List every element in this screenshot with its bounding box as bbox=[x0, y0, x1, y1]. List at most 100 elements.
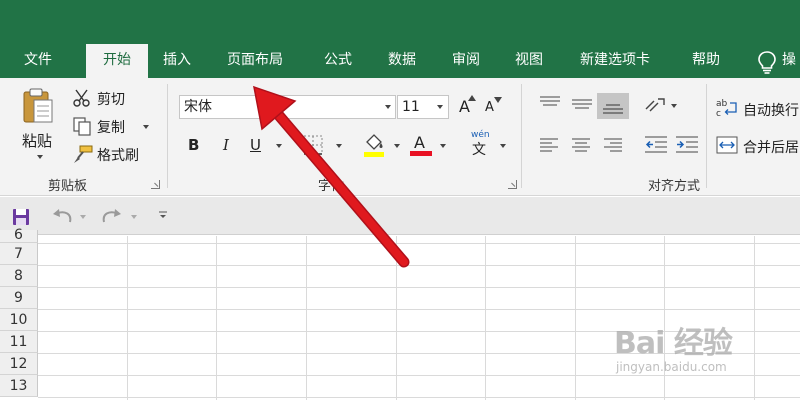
font-color-swatch bbox=[410, 151, 432, 156]
decrease-indent-icon[interactable] bbox=[645, 136, 667, 154]
row-header[interactable]: 8 bbox=[0, 265, 38, 287]
grow-arrow-icon bbox=[468, 95, 476, 101]
merge-center-button[interactable]: 合并后居 bbox=[743, 137, 799, 157]
font-name-value: 宋体 bbox=[184, 99, 212, 115]
font-group-label: 字体 bbox=[318, 179, 345, 194]
quick-access-toolbar bbox=[0, 197, 800, 235]
svg-text:c: c bbox=[716, 109, 721, 118]
cut-button[interactable]: 剪切 bbox=[97, 89, 125, 109]
tab-home[interactable]: 开始 bbox=[86, 44, 148, 79]
row-header[interactable]: 12 bbox=[0, 353, 38, 375]
wrap-text-icon[interactable]: ab c bbox=[716, 98, 740, 118]
italic-button[interactable]: I bbox=[223, 136, 229, 154]
align-top-icon[interactable] bbox=[540, 96, 560, 110]
shrink-font-button[interactable]: A bbox=[485, 100, 494, 115]
format-painter-button[interactable]: 格式刷 bbox=[97, 145, 139, 165]
group-separator bbox=[706, 84, 707, 188]
copy-button[interactable]: 复制 bbox=[97, 117, 125, 137]
grid-line bbox=[38, 287, 800, 288]
grid-line bbox=[38, 265, 800, 266]
clipboard-dialog-launcher[interactable] bbox=[151, 180, 160, 189]
row-header[interactable]: 10 bbox=[0, 309, 38, 331]
grid-line bbox=[396, 236, 397, 400]
align-center-icon[interactable] bbox=[572, 138, 590, 152]
underline-button[interactable]: U bbox=[250, 136, 261, 154]
font-size-value: 11 bbox=[402, 99, 420, 115]
ribbon: 粘贴 剪切 复制 格式刷 剪贴板 宋体 11 A A B I U A wén 文… bbox=[0, 78, 800, 196]
save-icon[interactable] bbox=[12, 208, 30, 226]
watermark-url: jingyan.baidu.com bbox=[616, 360, 727, 374]
watermark-brand: Bai 经验 bbox=[614, 326, 733, 361]
copy-dropdown-caret[interactable] bbox=[143, 125, 149, 129]
row-header[interactable]: 13 bbox=[0, 375, 38, 397]
tab-formulas[interactable]: 公式 bbox=[316, 44, 360, 78]
orientation-dropdown-caret[interactable] bbox=[671, 104, 677, 108]
font-name-dropdown-caret[interactable] bbox=[385, 105, 391, 109]
borders-dropdown-caret[interactable] bbox=[336, 144, 342, 148]
clipboard-group-label: 剪贴板 bbox=[48, 179, 88, 194]
tab-page-layout[interactable]: 页面布局 bbox=[219, 44, 291, 78]
tab-new-tab[interactable]: 新建选项卡 bbox=[572, 44, 658, 78]
undo-dropdown-caret[interactable] bbox=[80, 215, 86, 219]
paste-icon[interactable] bbox=[20, 86, 56, 126]
baidu-jingyan-watermark: Bai 经验 jingyan.baidu.com bbox=[614, 318, 794, 390]
tab-data[interactable]: 数据 bbox=[380, 44, 424, 78]
lightbulb-icon[interactable] bbox=[756, 50, 778, 74]
font-color-button[interactable]: A bbox=[414, 133, 425, 152]
title-bar bbox=[0, 0, 800, 44]
shrink-arrow-icon bbox=[494, 97, 502, 103]
borders-icon[interactable] bbox=[302, 134, 324, 156]
group-separator bbox=[167, 84, 168, 188]
font-dialog-launcher[interactable] bbox=[508, 180, 517, 189]
align-right-icon[interactable] bbox=[604, 138, 622, 152]
align-left-icon[interactable] bbox=[540, 138, 558, 152]
group-separator bbox=[521, 84, 522, 188]
row-header[interactable]: 11 bbox=[0, 331, 38, 353]
align-bottom-icon bbox=[603, 104, 623, 114]
increase-indent-icon[interactable] bbox=[676, 136, 698, 154]
customize-qat-icon[interactable] bbox=[158, 210, 168, 220]
grid-line bbox=[38, 309, 800, 310]
ribbon-tab-bar: 文件 开始 插入 页面布局 公式 数据 审阅 视图 新建选项卡 帮助 操 bbox=[0, 44, 800, 79]
redo-icon[interactable] bbox=[100, 208, 122, 226]
tab-tell-me[interactable]: 操 bbox=[782, 44, 796, 78]
grid-line bbox=[127, 236, 128, 400]
tab-help[interactable]: 帮助 bbox=[684, 44, 728, 78]
undo-icon[interactable] bbox=[52, 208, 74, 226]
tab-insert[interactable]: 插入 bbox=[155, 44, 199, 78]
grid-line bbox=[485, 236, 486, 400]
svg-text:ab: ab bbox=[716, 99, 728, 109]
format-painter-icon[interactable] bbox=[72, 144, 94, 164]
paste-dropdown-caret[interactable] bbox=[37, 155, 43, 159]
redo-dropdown-caret[interactable] bbox=[131, 215, 137, 219]
bold-button[interactable]: B bbox=[188, 136, 199, 154]
fill-color-dropdown-caret[interactable] bbox=[394, 144, 400, 148]
phonetic-guide-button[interactable]: 文 bbox=[472, 139, 486, 159]
orientation-icon[interactable] bbox=[644, 95, 668, 115]
copy-icon[interactable] bbox=[72, 116, 92, 136]
grid-line bbox=[216, 236, 217, 400]
paste-button[interactable]: 粘贴 bbox=[22, 130, 52, 151]
font-size-dropdown-caret[interactable] bbox=[437, 105, 443, 109]
grid-line bbox=[306, 236, 307, 400]
row-header[interactable]: 9 bbox=[0, 287, 38, 309]
align-middle-icon[interactable] bbox=[572, 98, 592, 112]
wrap-text-button[interactable]: 自动换行 bbox=[743, 100, 799, 120]
font-name-combobox[interactable]: 宋体 bbox=[179, 95, 396, 119]
alignment-group-label: 对齐方式 bbox=[648, 179, 701, 194]
merge-center-icon[interactable] bbox=[716, 136, 738, 154]
tab-review[interactable]: 审阅 bbox=[444, 44, 488, 78]
tab-view[interactable]: 视图 bbox=[507, 44, 551, 78]
grid-line bbox=[38, 397, 800, 398]
grid-line bbox=[38, 243, 800, 244]
scissors-icon[interactable] bbox=[72, 88, 92, 108]
fill-color-icon[interactable] bbox=[362, 132, 386, 158]
phonetic-dropdown-caret[interactable] bbox=[500, 144, 506, 148]
row-header[interactable]: 6 bbox=[0, 228, 38, 243]
tab-file[interactable]: 文件 bbox=[16, 44, 60, 78]
font-color-dropdown-caret[interactable] bbox=[440, 144, 446, 148]
align-bottom-button[interactable] bbox=[597, 93, 629, 119]
underline-dropdown-caret[interactable] bbox=[276, 144, 282, 148]
row-header[interactable]: 7 bbox=[0, 243, 38, 265]
grid-line bbox=[575, 236, 576, 400]
